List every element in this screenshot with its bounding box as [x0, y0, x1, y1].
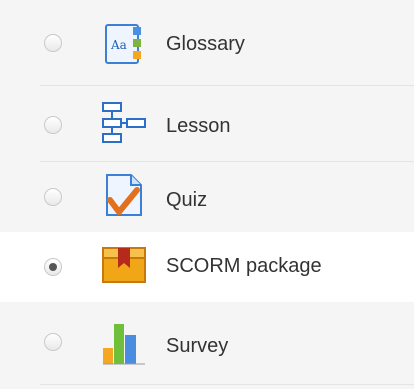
glossary-icon: Aa [101, 21, 147, 67]
activity-item-quiz[interactable]: Quiz [0, 162, 414, 240]
activity-list: Aa Glossary Lesson Quiz SCORM package Su… [0, 0, 414, 389]
radio-button-lesson[interactable] [44, 116, 62, 134]
lesson-icon [101, 100, 147, 146]
radio-button-survey[interactable] [44, 333, 62, 351]
activity-item-survey[interactable]: Survey [0, 306, 414, 384]
scorm-package-icon [101, 244, 147, 290]
svg-text:Aa: Aa [110, 38, 127, 52]
divider [40, 384, 414, 385]
activity-label-lesson: Lesson [166, 115, 231, 137]
activity-label-quiz: Quiz [166, 189, 208, 211]
activity-label-scorm-package: SCORM package [166, 255, 322, 277]
activity-item-lesson[interactable]: Lesson [0, 86, 414, 164]
activity-label-glossary: Glossary [166, 33, 245, 55]
radio-button-scorm-package[interactable] [44, 258, 62, 276]
activity-label-survey: Survey [166, 335, 229, 357]
activity-item-scorm-package[interactable]: SCORM package [0, 232, 414, 302]
radio-button-glossary[interactable] [44, 34, 62, 52]
quiz-icon [101, 172, 147, 218]
radio-button-quiz[interactable] [44, 188, 62, 206]
survey-icon [101, 320, 147, 366]
activity-item-glossary[interactable]: Aa Glossary [0, 4, 414, 82]
